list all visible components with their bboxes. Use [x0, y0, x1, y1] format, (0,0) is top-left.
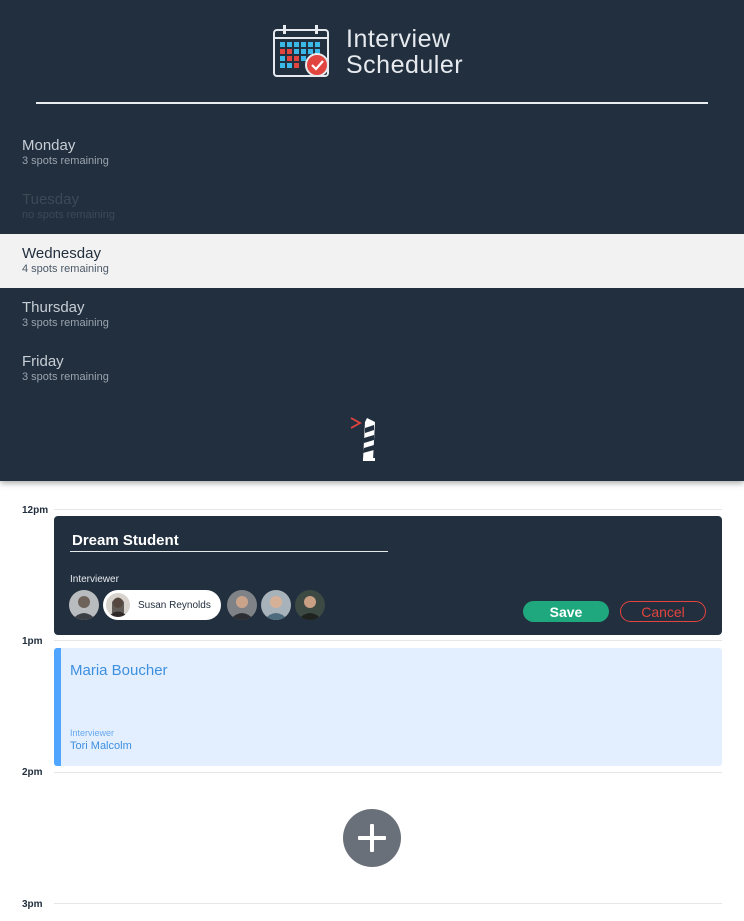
- day-name: Wednesday: [22, 245, 101, 262]
- interviewer-avatar-4[interactable]: [260, 590, 291, 620]
- cancel-button[interactable]: Cancel: [620, 601, 706, 622]
- time-divider: [54, 509, 722, 510]
- app-brand: Interview Scheduler: [272, 24, 463, 80]
- app-title-line1: Interview: [346, 25, 451, 53]
- day-item-wednesday[interactable]: Wednesday 4 spots remaining: [0, 234, 744, 288]
- appointment-card[interactable]: Maria Boucher Interviewer Tori Malcolm: [54, 648, 722, 766]
- day-item-monday[interactable]: Monday 3 spots remaining: [0, 126, 744, 180]
- time-label: 3pm: [22, 899, 43, 910]
- interviewer-avatar-3[interactable]: [226, 590, 257, 620]
- time-label: 2pm: [22, 767, 43, 778]
- plus-icon: [358, 824, 386, 852]
- day-spots: no spots remaining: [22, 209, 115, 221]
- day-name: Thursday: [22, 299, 85, 316]
- time-slot-2pm: 2pm: [0, 767, 744, 781]
- interviewer-selected[interactable]: Susan Reynolds: [103, 590, 221, 620]
- day-spots: 3 spots remaining: [22, 371, 109, 383]
- appointment-interviewer: Tori Malcolm: [70, 740, 132, 752]
- interviewer-avatar-1[interactable]: [69, 590, 99, 620]
- interviewer-name: Susan Reynolds: [138, 599, 211, 611]
- day-spots: 3 spots remaining: [22, 317, 109, 329]
- app-title-line2: Scheduler: [346, 51, 464, 79]
- add-appointment-button[interactable]: [343, 809, 401, 867]
- day-name: Monday: [22, 137, 76, 154]
- time-slot-3pm: 3pm: [0, 899, 744, 913]
- calendar-check-icon: [273, 25, 329, 77]
- interviewer-avatar-5[interactable]: [294, 590, 325, 620]
- appointment-student: Maria Boucher: [70, 662, 168, 679]
- sidebar: Interview Scheduler Monday 3 spots remai…: [0, 0, 744, 481]
- day-list: Monday 3 spots remaining Tuesday no spot…: [0, 126, 744, 396]
- day-item-friday[interactable]: Friday 3 spots remaining: [0, 342, 744, 396]
- time-divider: [54, 640, 722, 641]
- day-name: Friday: [22, 353, 64, 370]
- time-divider: [54, 772, 722, 773]
- sidebar-divider: [36, 102, 708, 104]
- time-label: 12pm: [22, 505, 49, 516]
- student-name-input[interactable]: [70, 530, 388, 552]
- appointment-form: Interviewer Susan Reynolds Save Cancel: [54, 516, 722, 635]
- day-spots: 4 spots remaining: [22, 263, 109, 275]
- app-title: Interview Scheduler: [346, 26, 463, 78]
- time-label: 1pm: [22, 636, 43, 647]
- interviewer-label: Interviewer: [70, 574, 119, 585]
- time-divider: [54, 903, 722, 904]
- day-spots: 3 spots remaining: [22, 155, 109, 167]
- interviewer-avatar-selected: [106, 593, 130, 617]
- day-item-tuesday[interactable]: Tuesday no spots remaining: [0, 180, 744, 234]
- day-name: Tuesday: [22, 191, 79, 208]
- appointment-interviewer-label: Interviewer: [70, 728, 115, 738]
- lighthouse-logo-icon: [350, 417, 375, 461]
- interviewer-list: Susan Reynolds: [69, 590, 329, 620]
- save-button[interactable]: Save: [523, 601, 609, 622]
- day-item-thursday[interactable]: Thursday 3 spots remaining: [0, 288, 744, 342]
